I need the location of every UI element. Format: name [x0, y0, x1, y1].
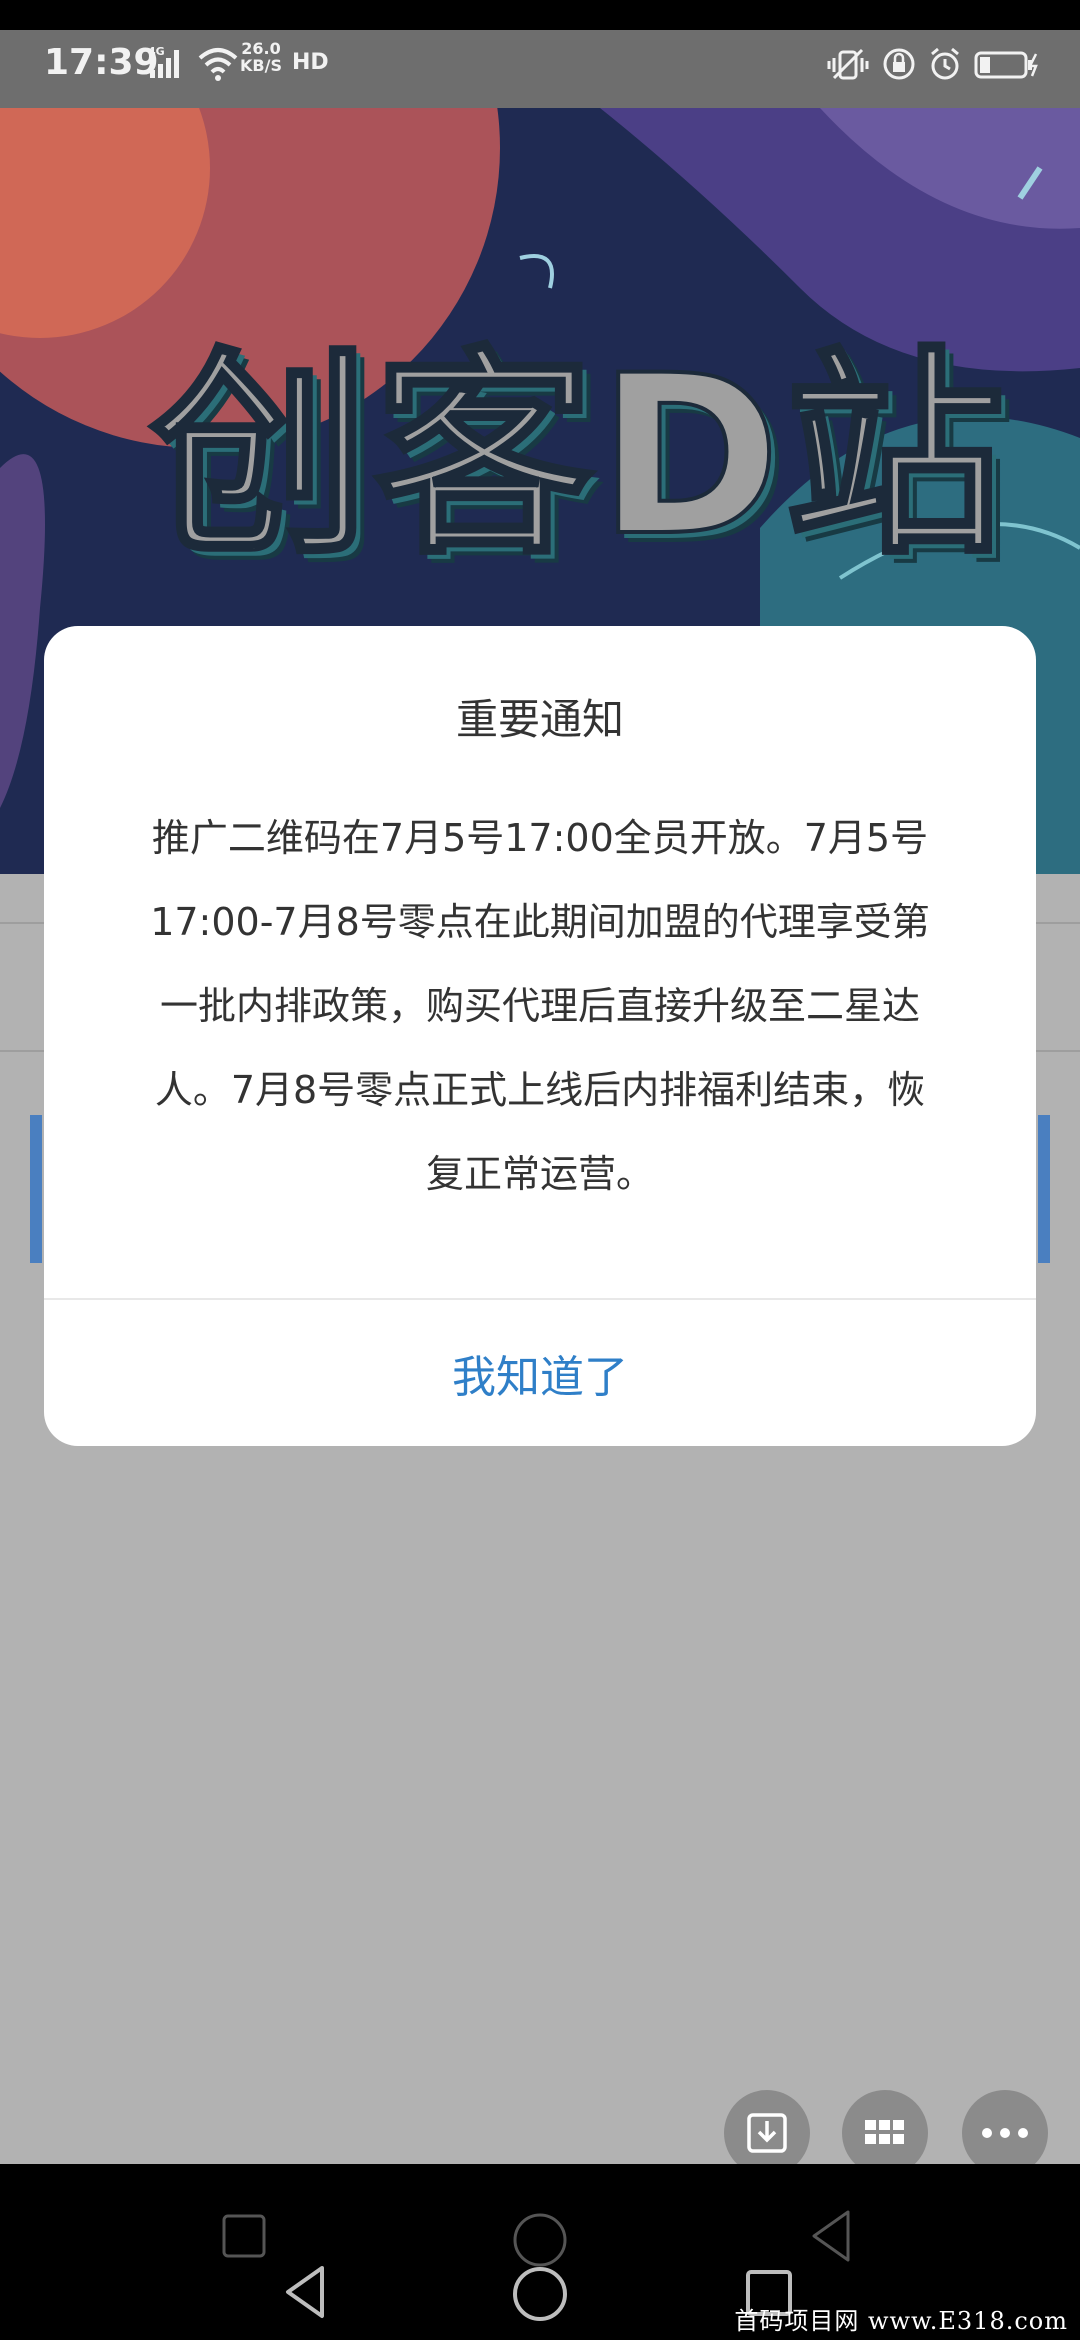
home-icon[interactable] [510, 2264, 570, 2324]
network-speed: 26.0 KB/S [240, 40, 282, 74]
download-icon [747, 2113, 787, 2153]
dialog-title: 重要通知 [455, 695, 624, 744]
vibrate-icon [827, 48, 869, 80]
dialog-message-line: 17:00-7月8号零点在此期间加盟的代理享受第 [150, 900, 930, 944]
dialog-message-line: 推广二维码在7月5号17:00全员开放。7月5号 [151, 816, 929, 860]
ghost-circle-icon [513, 2213, 567, 2267]
dialog-message-line: 复正常运营。 [425, 1152, 654, 1196]
more-icon [982, 2128, 1028, 2138]
wifi-icon [198, 48, 238, 81]
speed-value: 26.0 [241, 39, 281, 58]
battery-charging-icon [974, 51, 1038, 79]
watermark: 首码项目网 www.E318.com [734, 2307, 1068, 2335]
banner-title: 创客D站 [148, 326, 1009, 586]
page-button-edge-right [1038, 1115, 1050, 1263]
top-edge [0, 0, 1080, 30]
grid-icon [865, 2120, 904, 2144]
alarm-icon [931, 47, 959, 80]
svg-text:4G: 4G [148, 45, 165, 58]
ghost-square-icon [222, 2214, 266, 2258]
speed-unit: KB/S [240, 56, 282, 75]
status-time: 17:39 [44, 42, 159, 83]
ghost-triangle-icon [812, 2210, 850, 2262]
page-button-edge-left [30, 1115, 42, 1263]
dialog-message: 推广二维码在7月5号17:00全员开放。7月5号 17:00-7月8号零点在此期… [128, 796, 952, 1216]
dialog-message-line: 一批内排政策，购买代理后直接升级至二星达 [159, 984, 920, 1028]
status-bar: 17:39 4G 26.0 KB/S HD [0, 30, 1080, 108]
notice-dialog: 重要通知 推广二维码在7月5号17:00全员开放。7月5号 17:00-7月8号… [44, 626, 1036, 1446]
acknowledge-button[interactable]: 我知道了 [44, 1300, 1036, 1446]
cellular-signal-icon: 4G [148, 45, 179, 78]
status-icons-right [826, 46, 1040, 82]
dialog-message-line: 人。7月8号零点正式上线后内排福利结束，恢 [154, 1068, 926, 1112]
back-icon[interactable] [282, 2264, 332, 2320]
hd-indicator: HD [292, 50, 329, 75]
rotation-lock-icon [883, 48, 915, 80]
